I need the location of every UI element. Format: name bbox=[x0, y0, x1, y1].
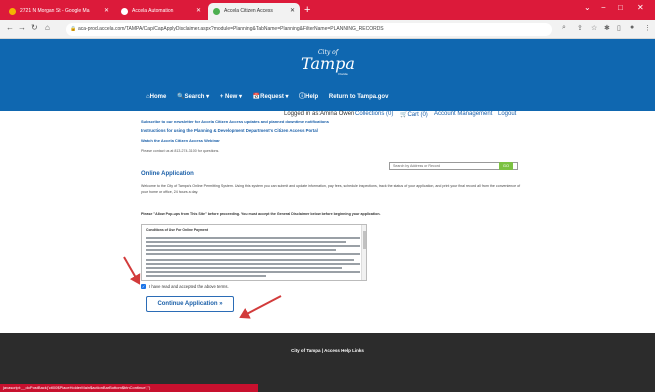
main-nav: ⌂Home 🔍Search ▾ + New ▾ 📅Request ▾ ⓘHelp… bbox=[146, 91, 397, 103]
close-icon[interactable]: ✕ bbox=[196, 3, 201, 20]
site-header: City of Tampa Florida ⌂Home 🔍Search ▾ + … bbox=[0, 39, 655, 111]
disclaimer-line bbox=[146, 259, 354, 261]
tab-google-maps[interactable]: 2721 N Morgan St - Google Ma ✕ bbox=[4, 3, 114, 20]
popups-notice: Please "Allow Pop-ups from This Site" be… bbox=[141, 212, 381, 216]
instructions-link[interactable]: Instructions for using the Planning & De… bbox=[141, 128, 318, 133]
browser-tab-strip: 2721 N Morgan St - Google Ma ✕ Accela Au… bbox=[0, 0, 655, 20]
checkbox-checked-icon[interactable]: ✓ bbox=[141, 284, 146, 290]
account-bar: Logged in as:Amina Owen Collections (0) … bbox=[0, 111, 655, 119]
zoom-icon[interactable]: ⌕ bbox=[562, 24, 566, 32]
nav-new[interactable]: + New ▾ bbox=[220, 94, 242, 100]
accela-icon bbox=[213, 8, 220, 15]
page-title: Online Application bbox=[141, 171, 194, 177]
tab-label: 2721 N Morgan St - Google Ma bbox=[20, 8, 90, 14]
new-tab-button[interactable]: + bbox=[304, 3, 310, 17]
back-icon[interactable]: ← bbox=[6, 23, 14, 32]
minimize-icon[interactable]: − bbox=[601, 3, 606, 12]
accela-icon bbox=[121, 8, 128, 15]
contact-text: Please contact us at 813-274-3100 for qu… bbox=[141, 149, 220, 153]
accept-terms-label: I have read and accepted the above terms… bbox=[149, 284, 229, 289]
logout-link[interactable]: Logout bbox=[498, 111, 516, 117]
newsletter-link[interactable]: Subscribe to our newsletter for Accela C… bbox=[141, 119, 329, 124]
url-text: aca-prod.accela.com/TAMPA/Cap/CapApplyDi… bbox=[78, 26, 384, 32]
bookmark-star-icon[interactable]: ☆ bbox=[591, 24, 597, 32]
disclaimer-line bbox=[146, 241, 346, 243]
lock-icon: 🔒 bbox=[70, 26, 77, 32]
status-bar-url: javascript:__doPostBack('ctl00$PlaceHold… bbox=[0, 384, 258, 392]
disclaimer-line bbox=[146, 267, 342, 269]
nav-help[interactable]: ⓘHelp bbox=[299, 94, 318, 100]
search-placeholder: Search by Address or Record bbox=[393, 164, 440, 168]
search-input[interactable]: Search by Address or Record GO bbox=[389, 162, 518, 170]
disclaimer-line bbox=[146, 263, 360, 265]
forward-icon[interactable]: → bbox=[18, 23, 26, 32]
footer-links[interactable]: City of Tampa | Access Help Links bbox=[0, 348, 655, 353]
continue-application-button[interactable]: Continue Application » bbox=[146, 296, 234, 312]
disclaimer-line bbox=[146, 253, 360, 255]
sidebar-icon[interactable]: ▯ bbox=[617, 24, 621, 32]
reload-icon[interactable]: ↻ bbox=[31, 23, 38, 32]
nav-return-tampa[interactable]: Return to Tampa.gov bbox=[329, 94, 389, 100]
disclaimer-line bbox=[146, 237, 360, 239]
cart-link[interactable]: 🛒Cart (0) bbox=[400, 111, 428, 118]
tab-search-icon[interactable]: ⌄ bbox=[584, 3, 591, 12]
tab-label: Accela Automation bbox=[132, 8, 174, 14]
accept-terms-checkbox-row[interactable]: ✓ I have read and accepted the above term… bbox=[141, 284, 229, 290]
extensions-icon[interactable]: ✱ bbox=[604, 24, 610, 32]
address-bar: ← → ↻ ⌂ 🔒 aca-prod.accela.com/TAMPA/Cap/… bbox=[0, 20, 655, 39]
main-content: Subscribe to our newsletter for Accela C… bbox=[141, 119, 523, 333]
tab-accela-citizen-access[interactable]: Accela Citizen Access ✕ bbox=[208, 3, 300, 20]
disclaimer-line bbox=[146, 249, 336, 251]
close-icon[interactable]: ✕ bbox=[104, 3, 109, 20]
nav-home[interactable]: ⌂Home bbox=[146, 94, 166, 100]
webinar-link[interactable]: Watch the Accela Citizen Access Webinar bbox=[141, 138, 220, 143]
disclaimer-box[interactable]: Conditions of Use For Online Payment bbox=[141, 224, 367, 281]
disclaimer-line bbox=[146, 271, 360, 273]
profile-icon[interactable]: ● bbox=[630, 24, 634, 31]
disclaimer-scrollbar[interactable] bbox=[361, 225, 366, 280]
menu-kebab-icon[interactable]: ⋮ bbox=[644, 24, 651, 32]
search-go-button[interactable]: GO bbox=[499, 162, 513, 170]
collections-link[interactable]: Collections (0) bbox=[355, 111, 393, 117]
nav-search[interactable]: 🔍Search ▾ bbox=[177, 94, 209, 100]
logo-tampa: Tampa bbox=[301, 54, 355, 73]
disclaimer-line bbox=[146, 245, 360, 247]
share-icon[interactable]: ⇪ bbox=[577, 24, 583, 32]
url-field[interactable]: 🔒 aca-prod.accela.com/TAMPA/Cap/CapApply… bbox=[66, 23, 552, 36]
arrow-to-checkbox bbox=[123, 256, 141, 285]
close-icon[interactable]: ✕ bbox=[290, 3, 295, 20]
maximize-icon[interactable]: □ bbox=[618, 3, 623, 12]
disclaimer-line bbox=[146, 275, 266, 277]
logged-in-label: Logged in as:Amina Owen bbox=[284, 111, 355, 117]
account-management-link[interactable]: Account Management bbox=[434, 111, 492, 117]
nav-request[interactable]: 📅Request ▾ bbox=[253, 94, 289, 100]
welcome-text: Welcome to the City of Tampa's Online Pe… bbox=[141, 184, 521, 194]
maps-pin-icon bbox=[9, 8, 16, 15]
tab-accela-automation[interactable]: Accela Automation ✕ bbox=[116, 3, 206, 20]
window-close-icon[interactable]: ✕ bbox=[637, 3, 644, 12]
disclaimer-title: Conditions of Use For Online Payment bbox=[146, 228, 208, 232]
city-of-tampa-logo[interactable]: City of Tampa Florida bbox=[298, 49, 358, 79]
home-icon[interactable]: ⌂ bbox=[45, 23, 50, 32]
tab-label: Accela Citizen Access bbox=[224, 8, 273, 14]
scroll-thumb[interactable] bbox=[363, 231, 366, 249]
